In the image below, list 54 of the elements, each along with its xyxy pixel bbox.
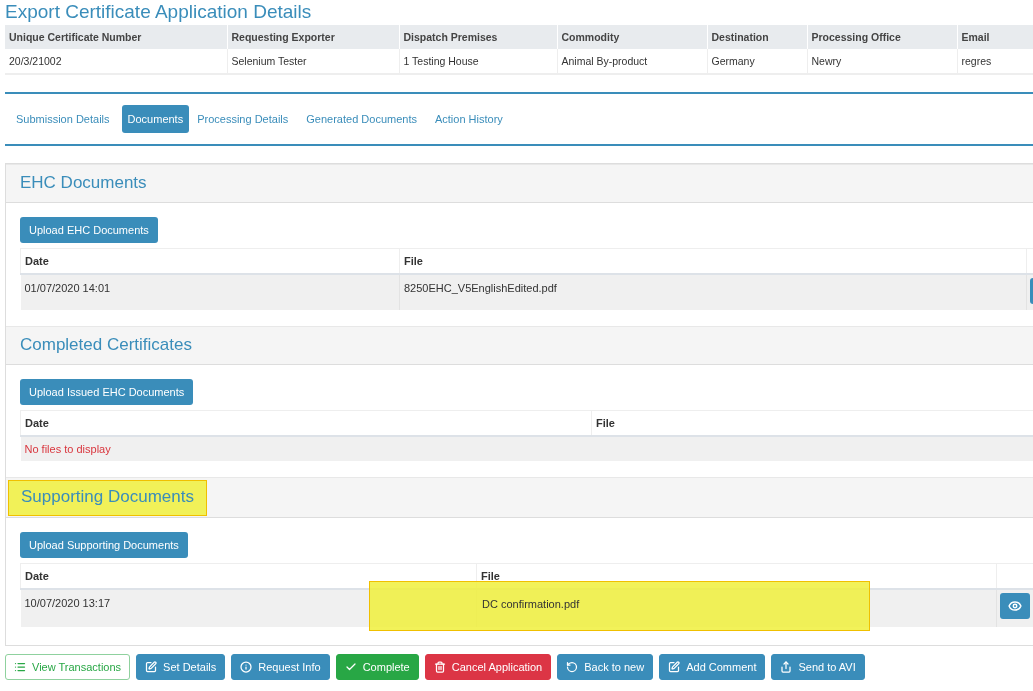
tab[interactable]: Submission Details	[10, 105, 116, 133]
info-icon	[240, 661, 253, 673]
file-name: 8250EHC_V5EnglishEdited.pdf	[404, 282, 557, 294]
upload-button[interactable]: Upload Issued EHC Documents	[20, 379, 194, 405]
file-name: DC confirmation.pdf	[369, 581, 871, 631]
table-cell: Selenium Tester	[227, 49, 399, 74]
column-header: Date	[20, 248, 400, 274]
action-button[interactable]: Cancel Application	[424, 654, 552, 680]
column-header: Dispatch Premises	[399, 25, 557, 49]
edit-icon	[145, 661, 158, 673]
share-icon	[780, 661, 793, 673]
check-icon	[344, 661, 357, 673]
action-button[interactable]: Set Details	[136, 654, 226, 680]
table-cell: Newry	[807, 49, 957, 74]
date-text: 10/07/2020 13:17	[24, 597, 111, 609]
section-title: Supporting Documents	[8, 480, 207, 516]
table-cell: 1 Testing House	[399, 49, 557, 74]
edit-icon	[668, 661, 681, 673]
table-cell: Germany	[707, 49, 807, 74]
action-button[interactable]: Back to new	[557, 654, 654, 680]
eye-icon	[1008, 599, 1022, 613]
view-button[interactable]	[1000, 593, 1030, 619]
page-title: Export Certificate Application Details	[5, 0, 313, 24]
column-header: Processing Office	[807, 25, 957, 49]
upload-button[interactable]: Upload EHC Documents	[20, 217, 158, 243]
table-cell: Animal By-product	[557, 49, 707, 74]
action-button[interactable]: Add Comment	[659, 654, 766, 680]
column-header: Destination	[707, 25, 807, 49]
tab[interactable]: Processing Details	[191, 105, 295, 133]
action-button[interactable]: View Transactions	[5, 654, 131, 680]
empty-message: No files to display	[20, 436, 1033, 461]
column-header: Date	[20, 410, 592, 436]
trash-icon	[433, 661, 446, 673]
column-header: File	[591, 410, 1033, 436]
section-title: Completed Certificates	[20, 335, 192, 355]
table-cell: regres	[957, 49, 1033, 74]
column-header: Requesting Exporter	[227, 25, 399, 49]
action-button[interactable]: Complete	[335, 654, 419, 680]
tab[interactable]: Documents	[121, 105, 190, 133]
column-header: File	[399, 248, 1027, 274]
action-button[interactable]: Send to AVI	[771, 654, 865, 680]
column-header: Unique Certificate Number	[5, 25, 227, 49]
tab[interactable]: Generated Documents	[300, 105, 423, 133]
column-header: Date	[20, 563, 477, 589]
section-title: EHC Documents	[20, 173, 147, 193]
tab[interactable]: Action History	[428, 105, 509, 133]
date-text: 01/07/2020 14:01	[24, 282, 111, 294]
undo-icon	[566, 661, 579, 673]
upload-button[interactable]: Upload Supporting Documents	[20, 532, 188, 558]
list-icon	[14, 661, 26, 673]
column-header: Email	[957, 25, 1033, 49]
table-cell: 20/3/21002	[5, 49, 227, 74]
action-button[interactable]: Request Info	[231, 654, 330, 680]
column-header: Commodity	[557, 25, 707, 49]
